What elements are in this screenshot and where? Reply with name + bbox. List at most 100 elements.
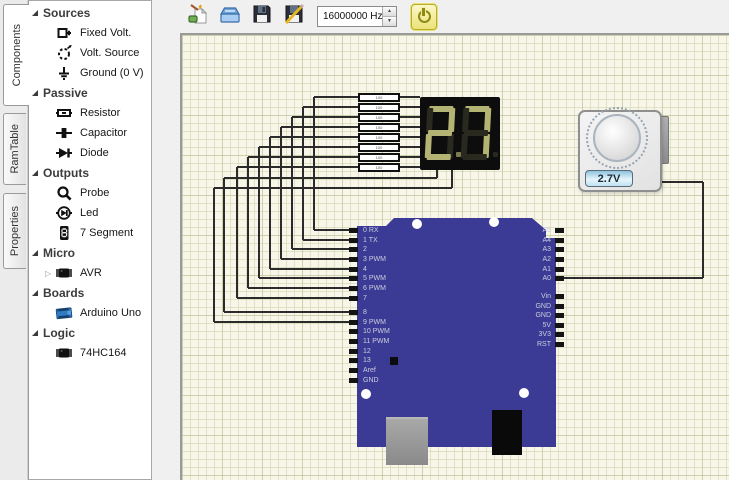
wire-resistor-left[interactable]	[292, 116, 358, 118]
wire-resistor-left[interactable]	[248, 156, 358, 158]
frequency-down-button[interactable]: ▼	[383, 17, 396, 26]
wire-resistor-to-display[interactable]	[400, 126, 420, 128]
voltage-knob[interactable]	[593, 114, 641, 162]
wire-resistor-to-display[interactable]	[400, 136, 420, 138]
wire-display-common[interactable]	[213, 188, 215, 322]
wire-into-pin-5[interactable]	[259, 277, 357, 279]
save-as-button[interactable]	[281, 4, 307, 30]
tree-section-boards[interactable]: Boards	[29, 283, 151, 303]
wire-voltage-source[interactable]	[662, 181, 703, 183]
tree-item-volt-source[interactable]: Volt. Source	[29, 43, 151, 63]
tree-section-sources[interactable]: Sources	[29, 3, 151, 23]
tree-item-7-segment[interactable]: 7 Segment	[29, 223, 151, 243]
pin-4	[349, 267, 358, 272]
wire-display-common[interactable]	[214, 187, 452, 189]
tree-section-outputs[interactable]: Outputs	[29, 163, 151, 183]
tab-ramtable[interactable]: RamTable	[3, 113, 26, 185]
tab-components[interactable]: Components	[3, 4, 29, 106]
wire-resistor-left[interactable]	[314, 96, 358, 98]
resistor[interactable]: 100	[358, 163, 400, 172]
tree-section-label: Micro	[43, 246, 75, 260]
power-jack	[492, 410, 522, 455]
tree-section-passive[interactable]: Passive	[29, 83, 151, 103]
pin-label-right: A3	[515, 246, 551, 253]
wire-resistor-left[interactable]	[303, 106, 358, 108]
wire-display-common[interactable]	[451, 170, 453, 188]
wire-into-pin-2[interactable]	[292, 248, 357, 250]
new-circuit-button[interactable]	[185, 4, 211, 30]
toolbar: 16000000 Hz ▲ ▼	[152, 0, 729, 33]
save-icon	[250, 2, 274, 31]
wire-resistor-to-display[interactable]	[400, 156, 420, 158]
pin-label-right: 3V3	[515, 331, 551, 338]
wire-resistor-to-display[interactable]	[400, 146, 420, 148]
resistor[interactable]: 100	[358, 113, 400, 122]
decimal-point	[493, 152, 498, 157]
wire-resistor-left[interactable]	[281, 126, 358, 128]
tree-item-label: Led	[80, 207, 98, 219]
led-icon	[55, 205, 73, 221]
collapsed-arrow-icon[interactable]: ▷	[45, 269, 55, 278]
schematic-canvas[interactable]: 1001001001001001001001000 RX1 TX23 PWM45…	[180, 33, 729, 480]
seven-segment-digit-2	[425, 106, 456, 160]
expanded-arrow-icon	[32, 330, 38, 336]
pin-label-left: 13	[363, 357, 371, 364]
wire-into-pin-9[interactable]	[214, 321, 357, 323]
tree-item-capacitor[interactable]: Capacitor	[29, 123, 151, 143]
component-tree: SourcesFixed Volt.Volt. SourceGround (0 …	[29, 1, 151, 363]
wire-into-pin-8[interactable]	[224, 311, 357, 313]
tree-item-fixed-volt-[interactable]: Fixed Volt.	[29, 23, 151, 43]
tree-item-avr[interactable]: ▷AVR	[29, 263, 151, 283]
arduino-uno-board[interactable]: 0 RX1 TX23 PWM45 PWM6 PWM789 PWM10 PWM11…	[357, 218, 556, 447]
open-button[interactable]	[217, 4, 243, 30]
wire-resistor-left[interactable]	[270, 136, 358, 138]
wire-a0[interactable]	[702, 182, 704, 278]
resistor[interactable]: 100	[358, 93, 400, 102]
resistor[interactable]: 100	[358, 123, 400, 132]
frequency-up-button[interactable]: ▲	[383, 7, 396, 17]
wire-a0[interactable]	[556, 277, 703, 279]
wire-into-pin-6[interactable]	[248, 287, 357, 289]
tree-item-74hc164[interactable]: 74HC164	[29, 343, 151, 363]
tree-section-micro[interactable]: Micro	[29, 243, 151, 263]
wire-display-common[interactable]	[223, 178, 225, 312]
wire-into-pin-7[interactable]	[237, 297, 357, 299]
wire-into-pin-3[interactable]	[281, 258, 357, 260]
wire-resistor-to-display[interactable]	[400, 106, 420, 108]
resistor[interactable]: 100	[358, 143, 400, 152]
tree-item-ground-0-v-[interactable]: Ground (0 V)	[29, 63, 151, 83]
tree-item-diode[interactable]: Diode	[29, 143, 151, 163]
power-button[interactable]	[411, 4, 437, 30]
tree-item-probe[interactable]: Probe	[29, 183, 151, 203]
open-icon	[218, 2, 242, 31]
clock-frequency-value[interactable]: 16000000 Hz	[318, 7, 382, 26]
wire-resistor-to-display[interactable]	[400, 166, 420, 168]
tab-properties[interactable]: Properties	[3, 193, 26, 269]
power-icon	[418, 10, 431, 23]
pin-13	[349, 358, 358, 363]
frequency-spinner: ▲ ▼	[382, 7, 396, 26]
resistor[interactable]: 100	[358, 153, 400, 162]
resistor-value-label: 100	[376, 105, 383, 110]
save-button[interactable]	[249, 4, 275, 30]
wire-into-pin-4[interactable]	[270, 268, 357, 270]
tree-item-resistor[interactable]: Resistor	[29, 103, 151, 123]
wire-resistor-to-display[interactable]	[400, 116, 420, 118]
tree-section-logic[interactable]: Logic	[29, 323, 151, 343]
wire-resistor-to-display[interactable]	[400, 96, 420, 98]
pin-label-left: 8	[363, 309, 367, 316]
wire-resistor-left[interactable]	[259, 146, 358, 148]
resistor[interactable]: 100	[358, 103, 400, 112]
wire-display-common[interactable]	[224, 177, 437, 179]
voltage-readout-value: 2.7V	[598, 173, 621, 185]
segment-b	[448, 108, 455, 132]
tree-item-led[interactable]: Led	[29, 203, 151, 223]
clock-frequency-spinbox[interactable]: 16000000 Hz ▲ ▼	[317, 6, 397, 27]
resistor[interactable]: 100	[358, 133, 400, 142]
pin-label-right: 5V	[515, 322, 551, 329]
resistor-value-label: 100	[376, 95, 383, 100]
tree-item-arduino-uno[interactable]: Arduino Uno	[29, 303, 151, 323]
pin-label-left: 7	[363, 295, 367, 302]
pin-2	[349, 247, 358, 252]
wire-resistor-left[interactable]	[237, 166, 358, 168]
